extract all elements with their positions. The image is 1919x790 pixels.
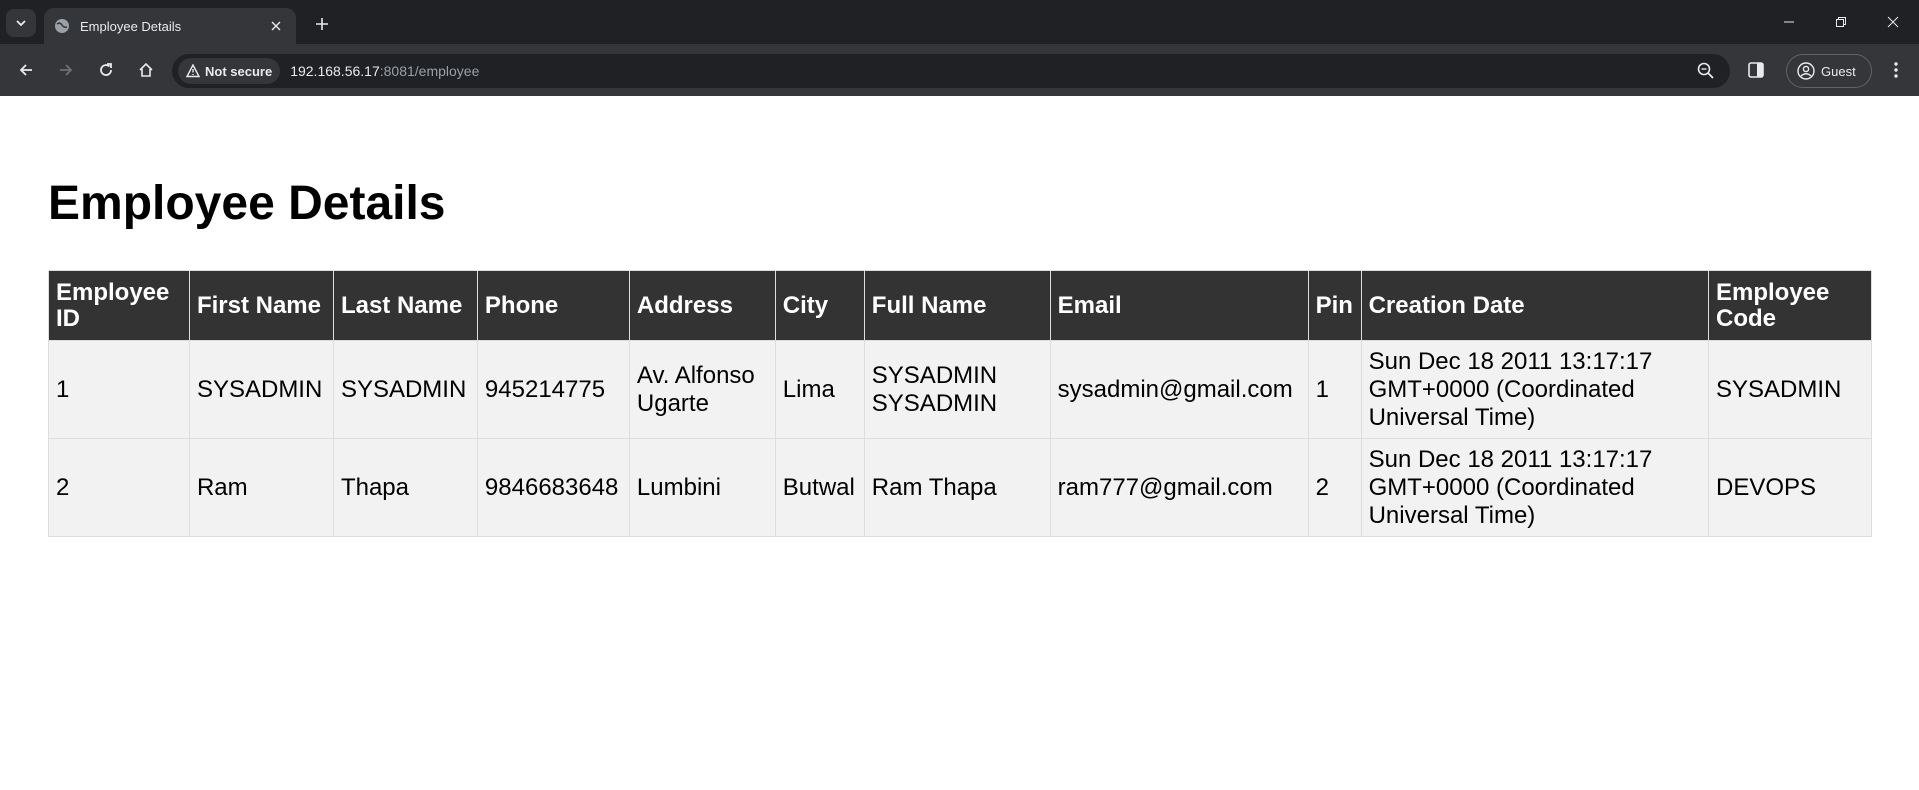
close-icon (271, 21, 281, 31)
cell-pin: 2 (1307, 438, 1362, 537)
cell-first-name: SYSADMIN (188, 340, 334, 439)
column-header: Creation Date (1360, 270, 1710, 341)
profile-label: Guest (1821, 63, 1856, 79)
plus-icon (316, 18, 328, 30)
cell-address: Lumbini (628, 438, 776, 537)
forward-icon (60, 64, 73, 76)
tab-search-button[interactable] (6, 9, 36, 37)
home-icon (139, 62, 153, 77)
column-header: Phone (476, 270, 630, 341)
warning-icon (186, 64, 200, 78)
page-title: Employee Details (48, 177, 446, 230)
url-text: 192.168.56.17:8081/employee (290, 63, 479, 79)
cell-full-name: SYSADMIN SYSADMIN (863, 340, 1051, 439)
cell-address: Av. Alfonso Ugarte (628, 340, 776, 439)
cell-first-name: Ram (188, 438, 334, 537)
cell-phone: 945214775 (476, 340, 630, 439)
zoom-icon[interactable] (1696, 61, 1716, 81)
column-header: Address (628, 270, 776, 341)
table-row: 2 Ram Thapa 9846683648 Lumbini Butwal Ra… (48, 438, 1872, 537)
cell-last-name: Thapa (332, 438, 478, 537)
cell-employee-id: 2 (48, 438, 190, 537)
url-host: 192.168.56.17 (290, 63, 380, 79)
cell-creation-date: Sun Dec 18 2011 13:17:17 GMT+0000 (Coord… (1360, 340, 1710, 439)
cell-employee-code: SYSADMIN (1708, 340, 1872, 439)
close-tab-button[interactable] (266, 16, 286, 36)
page-content: Employee Details Employee ID First Name … (0, 96, 1919, 790)
profile-button[interactable]: Guest (1786, 54, 1872, 88)
tab-strip: Employee Details (0, 0, 1919, 44)
cell-city: Lima (774, 340, 865, 439)
employee-table: Employee ID First Name Last Name Phone A… (48, 270, 1872, 537)
column-header: Full Name (863, 270, 1051, 341)
tab-title: Employee Details (80, 18, 182, 34)
minimize-icon (1784, 21, 1794, 23)
reload-icon (100, 63, 112, 76)
active-tab[interactable]: Employee Details (44, 8, 296, 44)
cell-email: ram777@gmail.com (1049, 438, 1309, 537)
cell-email: sysadmin@gmail.com (1049, 340, 1309, 439)
globe-icon (54, 18, 70, 34)
column-header: Employee Code (1708, 270, 1872, 341)
column-header: Email (1049, 270, 1309, 341)
close-icon (1887, 16, 1899, 28)
site-info-button[interactable]: Not secure (178, 58, 281, 84)
chevron-down-icon (16, 20, 26, 27)
reload-button[interactable] (88, 52, 124, 88)
cell-full-name: Ram Thapa (863, 438, 1051, 537)
forward-button[interactable] (48, 52, 84, 88)
cell-employee-code: DEVOPS (1708, 438, 1872, 537)
back-icon (19, 64, 32, 76)
restore-button[interactable] (1815, 0, 1867, 44)
table-header-row: Employee ID First Name Last Name Phone A… (48, 270, 1872, 341)
cell-last-name: SYSADMIN (332, 340, 478, 439)
column-header: City (774, 270, 865, 341)
cell-employee-id: 1 (48, 340, 190, 439)
cell-phone: 9846683648 (476, 438, 630, 537)
column-header: Pin (1307, 270, 1362, 341)
back-button[interactable] (8, 52, 44, 88)
home-button[interactable] (128, 52, 164, 88)
column-header: First Name (188, 270, 334, 341)
browser-toolbar: Not secure 192.168.56.17:8081/employee G… (0, 44, 1919, 96)
column-header: Employee ID (48, 270, 190, 341)
cell-creation-date: Sun Dec 18 2011 13:17:17 GMT+0000 (Coord… (1360, 438, 1710, 537)
close-window-button[interactable] (1867, 0, 1919, 44)
window-controls (1763, 0, 1919, 44)
new-tab-button[interactable] (310, 12, 334, 36)
cell-city: Butwal (774, 438, 865, 537)
url-path: :8081/employee (379, 63, 480, 79)
cell-pin: 1 (1307, 340, 1362, 439)
side-panel-icon[interactable] (1746, 60, 1766, 80)
table-row: 1 SYSADMIN SYSADMIN 945214775 Av. Alfons… (48, 340, 1872, 439)
restore-icon (1836, 17, 1846, 27)
minimize-button[interactable] (1763, 0, 1815, 44)
security-label: Not secure (205, 63, 273, 79)
column-header: Last Name (332, 270, 478, 341)
menu-icon[interactable] (1886, 60, 1906, 80)
address-bar[interactable]: Not secure 192.168.56.17:8081/employee (172, 54, 1730, 88)
profile-icon (1797, 62, 1815, 80)
